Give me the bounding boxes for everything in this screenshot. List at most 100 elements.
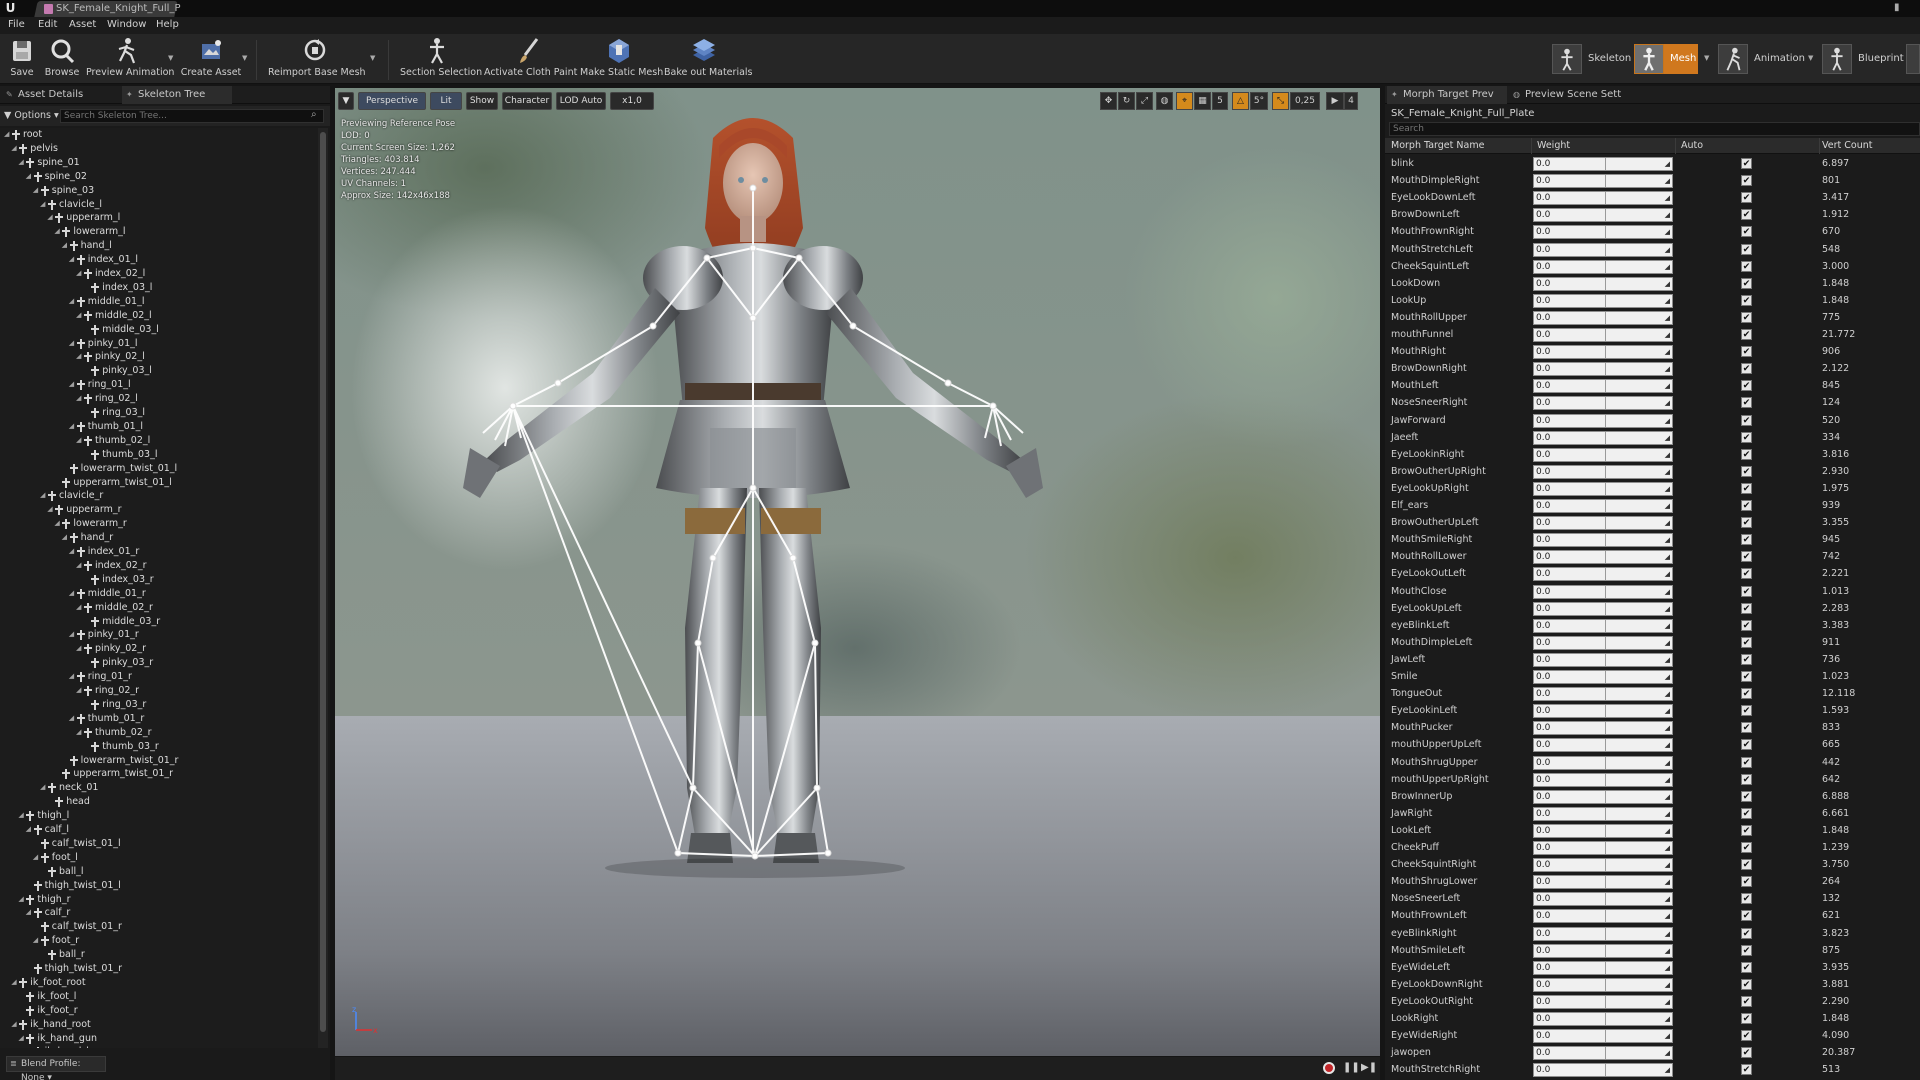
- expand-arrow-icon[interactable]: ◢: [69, 339, 77, 347]
- expand-arrow-icon[interactable]: ◢: [69, 672, 77, 680]
- lit-button[interactable]: Lit: [430, 92, 462, 110]
- morph-target-row[interactable]: MouthStretchRight 0.0 ◢ ✔ 513: [1385, 1062, 1920, 1079]
- scale-snap-icon[interactable]: ⤡: [1272, 92, 1289, 110]
- show-button[interactable]: Show: [466, 92, 498, 110]
- expand-arrow-icon[interactable]: ◢: [69, 297, 77, 305]
- bone-row[interactable]: ◢ ring_02_l: [0, 392, 318, 406]
- morph-target-row[interactable]: EyeLookUpLeft 0.0 ◢ ✔ 2.283: [1385, 601, 1920, 618]
- weight-slider[interactable]: 0.0 ◢: [1533, 362, 1673, 377]
- morph-target-row[interactable]: LookUp 0.0 ◢ ✔ 1.848: [1385, 293, 1920, 310]
- weight-spinner-icon[interactable]: ◢: [1665, 380, 1670, 392]
- bone-row[interactable]: thumb_03_l: [0, 448, 318, 462]
- auto-checkbox[interactable]: ✔: [1741, 995, 1752, 1007]
- auto-checkbox[interactable]: ✔: [1741, 311, 1752, 323]
- weight-slider[interactable]: 0.0 ◢: [1533, 225, 1673, 240]
- weight-spinner-icon[interactable]: ◢: [1665, 825, 1670, 837]
- weight-spinner-icon[interactable]: ◢: [1665, 568, 1670, 580]
- bone-row[interactable]: ◢ thumb_02_l: [0, 434, 318, 448]
- expand-arrow-icon[interactable]: ◢: [11, 144, 19, 152]
- weight-slider[interactable]: 0.0 ◢: [1533, 533, 1673, 548]
- auto-checkbox[interactable]: ✔: [1741, 773, 1752, 785]
- expand-arrow-icon[interactable]: ◢: [76, 686, 84, 694]
- auto-checkbox[interactable]: ✔: [1741, 978, 1752, 990]
- column-morph-target-name[interactable]: Morph Target Name: [1391, 140, 1484, 151]
- weight-slider[interactable]: 0.0 ◢: [1533, 345, 1673, 360]
- morph-target-row[interactable]: MouthClose 0.0 ◢ ✔ 1.013: [1385, 584, 1920, 601]
- morph-target-row[interactable]: BrowDownRight 0.0 ◢ ✔ 2.122: [1385, 361, 1920, 378]
- expand-arrow-icon[interactable]: ◢: [40, 783, 48, 791]
- auto-checkbox[interactable]: ✔: [1741, 277, 1752, 289]
- bone-row[interactable]: ik_hand_l: [0, 1045, 318, 1048]
- bone-row[interactable]: middle_03_l: [0, 323, 318, 337]
- weight-slider[interactable]: 0.0 ◢: [1533, 1029, 1673, 1044]
- expand-arrow-icon[interactable]: ◢: [69, 630, 77, 638]
- weight-slider[interactable]: 0.0 ◢: [1533, 926, 1673, 941]
- bone-row[interactable]: ◢ index_01_r: [0, 545, 318, 559]
- bone-row[interactable]: ◢ pinky_01_l: [0, 337, 318, 351]
- weight-spinner-icon[interactable]: ◢: [1665, 329, 1670, 341]
- bone-row[interactable]: ◢ calf_r: [0, 906, 318, 920]
- weight-slider[interactable]: 0.0 ◢: [1533, 191, 1673, 206]
- expand-arrow-icon[interactable]: ◢: [47, 213, 55, 221]
- weight-spinner-icon[interactable]: ◢: [1665, 876, 1670, 888]
- morph-target-row[interactable]: MouthShrugUpper 0.0 ◢ ✔ 442: [1385, 755, 1920, 772]
- morph-target-row[interactable]: NoseSneerLeft 0.0 ◢ ✔ 132: [1385, 891, 1920, 908]
- morph-target-row[interactable]: BrowOutherUpRight 0.0 ◢ ✔ 2.930: [1385, 464, 1920, 481]
- morph-target-row[interactable]: EyeLookDownRight 0.0 ◢ ✔ 3.881: [1385, 977, 1920, 994]
- weight-slider[interactable]: 0.0 ◢: [1533, 755, 1673, 770]
- weight-spinner-icon[interactable]: ◢: [1665, 705, 1670, 717]
- expand-arrow-icon[interactable]: ◢: [40, 200, 48, 208]
- weight-spinner-icon[interactable]: ◢: [1665, 483, 1670, 495]
- expand-arrow-icon[interactable]: ◢: [76, 644, 84, 652]
- auto-checkbox[interactable]: ✔: [1741, 876, 1752, 888]
- bone-row[interactable]: ik_foot_r: [0, 1004, 318, 1018]
- overflow-mode-button[interactable]: [1906, 40, 1920, 78]
- auto-checkbox[interactable]: ✔: [1741, 790, 1752, 802]
- auto-checkbox[interactable]: ✔: [1741, 158, 1752, 169]
- weight-slider[interactable]: 0.0 ◢: [1533, 328, 1673, 342]
- camera-speed-value[interactable]: 4: [1344, 92, 1358, 110]
- weight-spinner-icon[interactable]: ◢: [1665, 363, 1670, 375]
- weight-slider[interactable]: 0.0 ◢: [1533, 635, 1673, 650]
- auto-checkbox[interactable]: ✔: [1741, 585, 1752, 597]
- weight-slider[interactable]: 0.0 ◢: [1533, 242, 1673, 257]
- save-button[interactable]: Save: [6, 37, 38, 83]
- weight-slider[interactable]: 0.0 ◢: [1533, 1046, 1673, 1061]
- weight-slider[interactable]: 0.0 ◢: [1533, 772, 1673, 787]
- weight-slider[interactable]: 0.0 ◢: [1533, 430, 1673, 445]
- auto-checkbox[interactable]: ✔: [1741, 397, 1752, 409]
- morph-target-row[interactable]: Jaeeft 0.0 ◢ ✔ 334: [1385, 430, 1920, 447]
- weight-spinner-icon[interactable]: ◢: [1665, 757, 1670, 769]
- playback-speed-button[interactable]: x1,0: [610, 92, 654, 110]
- animation-mode-dropdown-icon[interactable]: ▼: [1808, 54, 1813, 62]
- weight-slider[interactable]: 0.0 ◢: [1533, 584, 1673, 599]
- tab-morph-target-preview[interactable]: ✦ Morph Target Prev: [1387, 86, 1507, 104]
- step-forward-icon[interactable]: ▶❚: [1361, 1061, 1377, 1075]
- auto-checkbox[interactable]: ✔: [1741, 448, 1752, 460]
- expand-arrow-icon[interactable]: ◢: [69, 589, 77, 597]
- bone-row[interactable]: upperarm_twist_01_l: [0, 476, 318, 490]
- rotation-snap-value[interactable]: 5°: [1250, 92, 1268, 110]
- blueprint-mode-button[interactable]: Blueprint: [1822, 40, 1904, 78]
- bone-row[interactable]: ◢ pinky_01_r: [0, 628, 318, 642]
- auto-checkbox[interactable]: ✔: [1741, 671, 1752, 682]
- weight-slider[interactable]: 0.0 ◢: [1533, 259, 1673, 274]
- morph-target-row[interactable]: Elf_ears 0.0 ◢ ✔ 939: [1385, 498, 1920, 515]
- morph-target-row[interactable]: MouthDimpleLeft 0.0 ◢ ✔ 911: [1385, 635, 1920, 652]
- expand-arrow-icon[interactable]: ◢: [62, 533, 70, 541]
- bone-row[interactable]: ◢ spine_03: [0, 184, 318, 198]
- rotation-snap-icon[interactable]: △: [1232, 92, 1249, 110]
- record-button[interactable]: [1323, 1062, 1335, 1074]
- auto-checkbox[interactable]: ✔: [1741, 927, 1752, 939]
- auto-checkbox[interactable]: ✔: [1741, 961, 1752, 973]
- auto-checkbox[interactable]: ✔: [1741, 688, 1752, 700]
- weight-spinner-icon[interactable]: ◢: [1665, 654, 1670, 666]
- bone-row[interactable]: thigh_twist_01_r: [0, 962, 318, 976]
- bone-row[interactable]: ◢ thumb_02_r: [0, 726, 318, 740]
- morph-target-row[interactable]: MouthSmileLeft 0.0 ◢ ✔ 875: [1385, 943, 1920, 960]
- menu-help[interactable]: Help: [156, 19, 179, 30]
- morph-target-row[interactable]: mouthFunnel 0.0 ◢ ✔ 21.772: [1385, 327, 1920, 344]
- skeleton-tree-scrollbar[interactable]: [318, 128, 328, 1048]
- morph-target-row[interactable]: CheekPuff 0.0 ◢ ✔ 1.239: [1385, 840, 1920, 857]
- expand-arrow-icon[interactable]: ◢: [76, 728, 84, 736]
